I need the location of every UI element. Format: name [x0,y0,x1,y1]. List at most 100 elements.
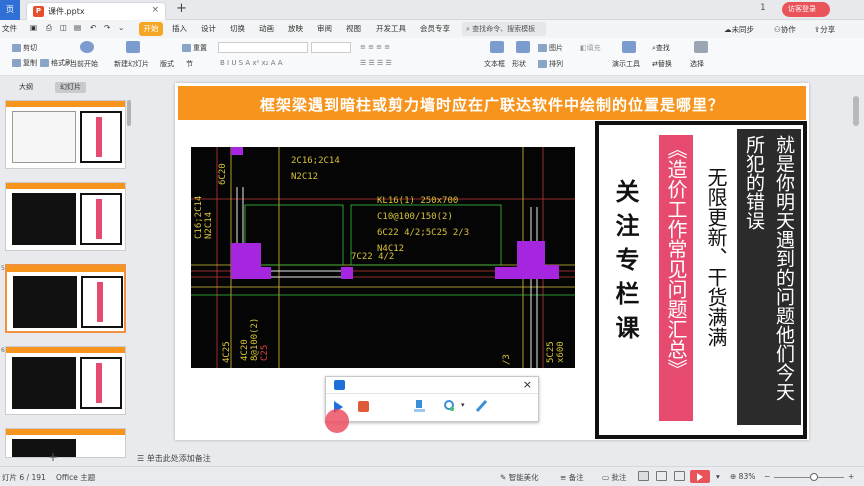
slide-thumbnail[interactable] [5,100,126,169]
select-icon[interactable] [694,41,708,53]
cad-label: x600 [556,341,566,363]
tab-view[interactable]: 视图 [346,23,361,34]
slide-title[interactable]: 框架梁遇到暗柱或剪力墙时应在广联达软件中绘制的位置是哪里？ [178,94,806,115]
close-tab-icon[interactable]: × [151,5,159,15]
tab-review[interactable]: 审阅 [317,23,332,34]
stop-icon[interactable] [358,401,369,412]
align-buttons[interactable]: ☰ ☰ ☰ ☰ [360,59,392,67]
replace-button[interactable]: ⇄替换 [652,59,672,69]
command-search-input[interactable]: ⌕ 查找命令、搜索模板 [462,22,546,36]
dropdown-icon[interactable]: ▾ [461,401,465,409]
document-tab-label: 课件.pptx [48,7,85,16]
zoom-level[interactable]: ⊕ 83% [730,472,755,481]
title-bar: 页 P 课件.pptx × + 1 访客登录 [0,0,864,20]
canvas-scrollbar[interactable] [849,76,864,466]
smart-beautify-button[interactable]: ✎ 智能美化 [500,472,539,483]
text-format-buttons[interactable]: B I U S A x² x₂ A A [220,59,283,67]
highlighter-icon[interactable] [414,400,425,412]
preview-icon[interactable]: ◫ [60,23,67,32]
chevron-down-icon[interactable]: ⌄ [118,23,124,32]
shape-icon[interactable] [516,41,530,53]
slide-thumbnail[interactable] [5,346,126,415]
redo-preview-icon[interactable]: ▤ [74,23,81,32]
tab-animation[interactable]: 动画 [259,23,274,34]
textbox-button[interactable]: 文本框 [484,59,505,69]
layout-button[interactable]: 版式 [160,59,174,69]
reset-button[interactable]: 重置 [182,43,207,53]
tab-outline[interactable]: 大纲 [14,82,38,93]
zoom-out-icon[interactable]: − [764,472,770,481]
new-slide-icon[interactable] [126,41,140,53]
font-family-select[interactable] [218,42,308,53]
format-painter-button[interactable]: 格式刷 [40,58,72,68]
zoom-tool-icon[interactable] [444,400,455,412]
cad-drawing[interactable]: 6C20 2C16;2C14 N2C12 C16;2C14 N2C14 KL16… [191,147,575,368]
current-start-button[interactable]: 当前开始 [70,59,98,69]
present-tool-icon[interactable] [622,41,636,53]
zoom-slider-handle[interactable] [810,473,818,481]
login-button[interactable]: 访客登录 [782,2,830,17]
thumbnail-ad [80,357,122,409]
notes-bar[interactable]: ☰ 单击此处添加备注 [133,450,849,466]
zoom-slider-track[interactable] [774,477,844,478]
redo-icon[interactable]: ↷ [104,23,110,32]
cut-button[interactable]: 剪切 [12,43,37,53]
document-tab[interactable]: P 课件.pptx × [26,2,166,20]
share-button[interactable]: ⇪分享 [814,24,835,35]
theme-name[interactable]: Office 主题 [56,472,95,483]
notes-toggle-label: 备注 [568,473,584,482]
find-button[interactable]: ⌕查找 [652,43,670,53]
thumbnail-header [6,429,125,435]
tab-slides[interactable]: 幻灯片 [55,82,86,93]
present-tool-button[interactable]: 演示工具 [612,59,640,69]
picture-button[interactable]: 图片 [538,43,563,53]
slideshow-dropdown-icon[interactable]: ▾ [716,472,720,481]
thumbnail-scrollbar[interactable] [127,100,131,126]
notes-placeholder[interactable]: ☰ 单击此处添加备注 [137,453,211,464]
slide-thumbnail[interactable] [5,428,126,458]
tab-insert[interactable]: 插入 [172,23,187,34]
pen-icon[interactable] [476,400,487,412]
course-ad-panel[interactable]: 关注专栏课 《造价工作常见问题汇总》 无限更新、干货满满 就是你明天遇到的问题他… [595,121,807,439]
tab-slideshow[interactable]: 放映 [288,23,303,34]
save-icon[interactable]: ▣ [30,23,37,32]
collab-button[interactable]: ⚇协作 [774,24,796,35]
play-from-current-icon[interactable] [80,41,94,53]
fill-button[interactable]: ◧填充 [580,43,601,53]
slideshow-play-button[interactable] [690,470,710,483]
scrollbar-thumb[interactable] [853,96,859,126]
slide-thumbnail-selected[interactable] [5,264,126,333]
add-slide-icon[interactable]: + [48,450,58,464]
close-icon[interactable]: × [523,378,532,391]
menu-file[interactable]: 文件 [2,23,17,34]
home-tab[interactable]: 页 [0,0,20,20]
new-slide-button[interactable]: 新建幻灯片 [114,59,149,69]
textbox-icon[interactable] [490,41,504,53]
comments-button[interactable]: ▭ 批注 [602,472,626,483]
zoom-in-icon[interactable]: + [848,472,854,481]
normal-view-icon[interactable] [638,471,649,481]
undo-icon[interactable]: ↶ [90,23,96,32]
window-count-badge[interactable]: 1 [760,3,766,13]
reading-view-icon[interactable] [674,471,685,481]
tab-start[interactable]: 开始 [139,22,163,36]
tab-transition[interactable]: 切换 [230,23,245,34]
copy-button[interactable]: 复制 [12,58,37,68]
slide-thumbnail[interactable] [5,182,126,251]
tab-developer[interactable]: 开发工具 [376,23,406,34]
tab-member[interactable]: 会员专享 [420,23,450,34]
tab-design[interactable]: 设计 [201,23,216,34]
shape-button[interactable]: 形状 [512,59,526,69]
sync-status[interactable]: ☁未同步 [724,24,754,35]
new-tab-icon[interactable]: + [176,1,187,16]
section-button[interactable]: 节 [186,59,193,69]
font-size-select[interactable] [311,42,351,53]
paragraph-buttons[interactable]: ≡ ≡ ≡ ≡ [360,43,390,51]
title-banner: 框架梁遇到暗柱或剪力墙时应在广联达软件中绘制的位置是哪里？ [178,86,806,120]
sorter-view-icon[interactable] [656,471,667,481]
notes-toggle-button[interactable]: ≡ 备注 [560,472,584,483]
screen-recorder-toolbar[interactable]: × ▾ [325,376,539,422]
print-icon[interactable]: ⎙ [46,23,52,33]
select-button[interactable]: 选择 [690,59,704,69]
arrange-button[interactable]: 排列 [538,59,563,69]
